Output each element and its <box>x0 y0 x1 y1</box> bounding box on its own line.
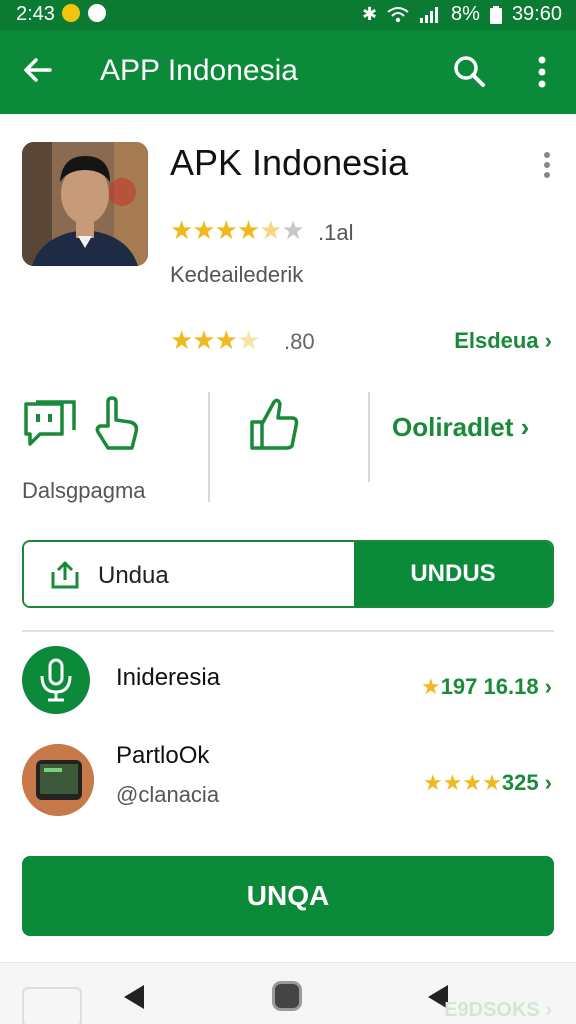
signal-icon <box>420 6 439 23</box>
rating-stars-secondary: ★★★★ <box>170 325 260 356</box>
notification-dot-icon <box>62 4 80 22</box>
download-option-button[interactable]: Undua <box>24 542 354 606</box>
bluetooth-icon: ✱ <box>361 4 378 24</box>
battery-percent: 8% <box>451 3 480 25</box>
recent-app-thumbnail[interactable] <box>22 987 82 1024</box>
app-bar-title: APP Indonesia <box>100 54 298 87</box>
list-item-value: 197 16.18 › <box>440 674 552 699</box>
phone-thumbnail <box>22 744 94 816</box>
star-half-icon: ★ <box>259 215 282 245</box>
list-item-value: 325 › <box>501 770 552 795</box>
faded-label: E9DSOKS › <box>444 999 552 1021</box>
app-name: APK Indonesia <box>170 142 409 183</box>
list-item-title[interactable]: Inideresia <box>116 664 220 692</box>
rating-stars: ★★★★★★ <box>170 215 305 246</box>
chat-icon[interactable] <box>22 398 78 450</box>
overflow-menu-icon[interactable] <box>530 54 554 90</box>
status-time: 2:43 <box>16 3 55 25</box>
star-empty-icon: ★ <box>281 215 305 245</box>
microphone-icon <box>40 658 72 702</box>
list-item-icon[interactable] <box>22 744 94 816</box>
download-option-label: Undua <box>98 562 169 589</box>
list-item-title[interactable]: PartloOk <box>116 742 209 770</box>
install-button[interactable]: UNDUS <box>354 542 552 606</box>
like-icon[interactable] <box>248 396 300 452</box>
list-item-subtitle: @clanacia <box>116 782 220 807</box>
overflow-menu-icon[interactable] <box>540 150 554 180</box>
wifi-icon <box>387 6 409 22</box>
upload-icon <box>51 561 79 589</box>
divider <box>368 392 370 482</box>
battery-icon <box>489 5 502 24</box>
status-left-icons <box>62 4 106 22</box>
star-icons: ★★★★ <box>422 770 502 795</box>
person-photo <box>22 142 148 266</box>
chat-bubble-icon <box>88 4 106 22</box>
star-icon: ★ <box>420 674 441 699</box>
list-item-meta[interactable]: ★197 16.18 › <box>421 674 552 700</box>
rating-value-secondary: .80 <box>284 329 315 354</box>
home-icon[interactable] <box>272 981 302 1011</box>
developer-name[interactable]: Kedeailederik <box>170 262 303 288</box>
star-icons: ★★★ <box>170 325 238 355</box>
status-bar: 2:43 ✱ 8% 39:60 <box>0 0 576 30</box>
star-icons: ★★★★ <box>170 215 260 245</box>
navigation-bar: E9DSOKS › <box>0 962 576 1024</box>
primary-action-button[interactable]: UNQA <box>22 856 554 936</box>
divider <box>208 392 210 502</box>
back-arrow-icon[interactable] <box>20 52 56 88</box>
app-bar: APP Indonesia <box>0 30 576 114</box>
back-triangle-icon[interactable] <box>120 983 148 1011</box>
star-half-icon: ★ <box>236 325 260 355</box>
divider <box>22 630 554 632</box>
search-icon[interactable] <box>452 54 486 88</box>
details-link[interactable]: Elsdeua › <box>454 328 552 354</box>
list-item-icon[interactable] <box>22 646 90 714</box>
hand-pointer-icon[interactable] <box>92 396 142 452</box>
rating-value: .1al <box>318 220 354 245</box>
status-clock: 39:60 <box>511 3 562 25</box>
split-download-button: Undua UNDUS <box>22 540 554 608</box>
status-right: ✱ 8% 39:60 <box>362 3 562 26</box>
actions-label: Dalsgpagma <box>22 478 146 503</box>
list-item-meta[interactable]: ★★★★325 › <box>423 770 552 796</box>
app-avatar[interactable] <box>22 142 148 266</box>
download-link[interactable]: Ooliradlet › <box>392 412 529 443</box>
